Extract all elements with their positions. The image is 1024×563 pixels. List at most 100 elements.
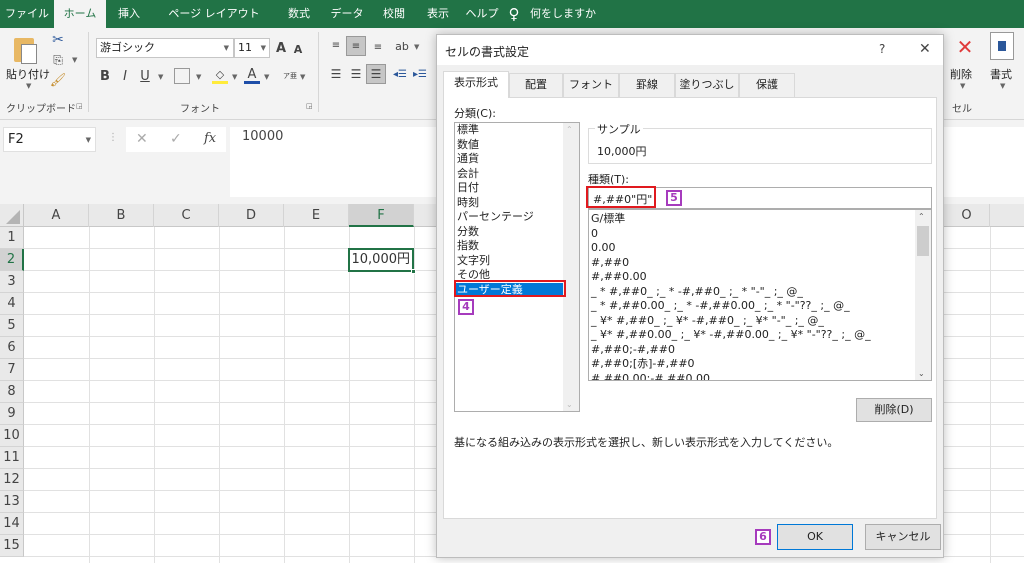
orientation-dropdown-icon[interactable]: ▼ xyxy=(414,43,419,51)
format-cells-icon[interactable] xyxy=(990,32,1014,60)
align-right-icon[interactable]: ☰ xyxy=(366,64,386,84)
format-item[interactable]: #,##0.00 xyxy=(589,270,931,285)
tab-page-layout[interactable]: ページ レイアウト xyxy=(152,0,276,28)
row-header-8[interactable]: 8 xyxy=(0,381,24,403)
dialog-tab-alignment[interactable]: 配置 xyxy=(509,73,563,97)
category-item[interactable]: 文字列 xyxy=(455,254,579,269)
tab-formulas[interactable]: 数式 xyxy=(276,0,322,28)
row-header-3[interactable]: 3 xyxy=(0,271,24,293)
dialog-tab-fill[interactable]: 塗りつぶし xyxy=(675,73,739,97)
phonetic-icon[interactable]: ア亜 xyxy=(282,68,298,84)
decrease-indent-icon[interactable]: ◂☰ xyxy=(392,66,408,82)
fill-color-icon[interactable]: ◇ xyxy=(212,68,228,84)
paste-label[interactable]: 貼り付け xyxy=(6,66,50,82)
fill-handle[interactable] xyxy=(411,269,416,274)
help-button[interactable]: ? xyxy=(879,42,885,56)
clipboard-launcher-icon[interactable]: ◲ xyxy=(76,102,83,110)
borders-dropdown-icon[interactable]: ▼ xyxy=(196,73,201,81)
format-scrollbar[interactable]: ⌃ ⌄ xyxy=(915,210,931,380)
delete-cells-label[interactable]: 削除 xyxy=(950,66,972,82)
column-header-c[interactable]: C xyxy=(154,204,219,227)
phonetic-dropdown-icon[interactable]: ▼ xyxy=(300,73,305,81)
row-header-2[interactable]: 2 xyxy=(0,249,24,271)
bold-button[interactable]: B xyxy=(98,68,112,84)
format-item[interactable]: #,##0 xyxy=(589,256,931,271)
insert-function-icon[interactable]: fx xyxy=(204,131,216,146)
scroll-down-icon[interactable]: ⌄ xyxy=(918,369,925,378)
row-header-13[interactable]: 13 xyxy=(0,491,24,513)
format-item[interactable]: 0 xyxy=(589,227,931,242)
column-header-a[interactable]: A xyxy=(24,204,89,227)
fill-color-dropdown-icon[interactable]: ▼ xyxy=(232,73,237,81)
increase-indent-icon[interactable]: ▸☰ xyxy=(412,66,428,82)
align-bottom-icon[interactable]: ≡ xyxy=(370,40,386,54)
close-icon[interactable]: ✕ xyxy=(919,41,931,57)
dialog-tab-border[interactable]: 罫線 xyxy=(619,73,675,97)
dialog-tab-font[interactable]: フォント xyxy=(563,73,619,97)
format-item[interactable]: #,##0;[赤]-#,##0 xyxy=(589,357,931,372)
tab-file[interactable]: ファイル xyxy=(0,0,54,28)
category-item[interactable]: 日付 xyxy=(455,181,579,196)
scroll-thumb[interactable] xyxy=(917,226,929,256)
category-item[interactable]: 時刻 xyxy=(455,196,579,211)
format-item[interactable]: #,##0;-#,##0 xyxy=(589,343,931,358)
dialog-tab-number[interactable]: 表示形式 xyxy=(443,71,509,98)
font-size-combo[interactable]: 11 ▼ xyxy=(234,38,270,58)
format-item[interactable]: _ * #,##0.00_ ;_ * -#,##0.00_ ;_ * "-"??… xyxy=(589,299,931,314)
row-header-7[interactable]: 7 xyxy=(0,359,24,381)
align-middle-icon[interactable]: ≡ xyxy=(346,36,366,56)
row-header-12[interactable]: 12 xyxy=(0,469,24,491)
align-top-icon[interactable]: ≡ xyxy=(328,38,344,52)
font-color-dropdown-icon[interactable]: ▼ xyxy=(264,73,269,81)
align-left-icon[interactable]: ☰ xyxy=(328,66,344,82)
row-header-6[interactable]: 6 xyxy=(0,337,24,359)
row-header-15[interactable]: 15 xyxy=(0,535,24,557)
category-item[interactable]: 分数 xyxy=(455,225,579,240)
scroll-down-icon[interactable]: ⌄ xyxy=(566,400,573,409)
select-all-button[interactable] xyxy=(0,204,24,227)
tab-help[interactable]: ヘルプ xyxy=(460,0,504,28)
column-header-e[interactable]: E xyxy=(284,204,349,227)
category-item[interactable]: 標準 xyxy=(455,123,579,138)
category-item[interactable]: 数値 xyxy=(455,138,579,153)
row-header-14[interactable]: 14 xyxy=(0,513,24,535)
dialog-tab-protection[interactable]: 保護 xyxy=(739,73,795,97)
category-scrollbar[interactable]: ⌃ ⌄ xyxy=(563,123,579,411)
borders-icon[interactable] xyxy=(174,68,190,84)
delete-cells-icon[interactable]: ✕ xyxy=(952,34,978,60)
underline-button[interactable]: U xyxy=(138,68,152,84)
font-launcher-icon[interactable]: ◲ xyxy=(306,102,313,110)
format-list[interactable]: G/標準 0 0.00 #,##0 #,##0.00 _ * #,##0_ ;_… xyxy=(588,209,932,381)
category-item[interactable]: 指数 xyxy=(455,239,579,254)
format-item[interactable]: 0.00 xyxy=(589,241,931,256)
format-item[interactable]: _ ¥* #,##0_ ;_ ¥* -#,##0_ ;_ ¥* "-"_ ;_ … xyxy=(589,314,931,329)
grow-font-icon[interactable]: A xyxy=(274,40,288,56)
column-header-b[interactable]: B xyxy=(89,204,154,227)
tab-data[interactable]: データ xyxy=(322,0,372,28)
delete-cells-dropdown-icon[interactable]: ▼ xyxy=(960,82,965,90)
font-name-combo[interactable]: 游ゴシック ▼ xyxy=(96,38,234,58)
category-list[interactable]: 標準 数値 通貨 会計 日付 時刻 パーセンテージ 分数 指数 文字列 その他 … xyxy=(454,122,580,412)
format-cells-dropdown-icon[interactable]: ▼ xyxy=(1000,82,1005,90)
italic-button[interactable]: I xyxy=(118,68,132,84)
underline-dropdown-icon[interactable]: ▼ xyxy=(158,73,163,81)
scroll-up-icon[interactable]: ⌃ xyxy=(566,125,573,134)
tab-home[interactable]: ホーム xyxy=(54,0,106,28)
row-header-9[interactable]: 9 xyxy=(0,403,24,425)
column-header-f[interactable]: F xyxy=(349,204,414,227)
cancel-button[interactable]: キャンセル xyxy=(865,524,941,550)
paste-dropdown-icon[interactable]: ▼ xyxy=(26,82,31,90)
cut-icon[interactable]: ✂ xyxy=(50,32,66,48)
delete-format-button[interactable]: 削除(D) xyxy=(856,398,932,422)
format-item[interactable]: _ * #,##0_ ;_ * -#,##0_ ;_ * "-"_ ;_ @_ xyxy=(589,285,931,300)
format-painter-icon[interactable]: 🖌 xyxy=(50,72,67,88)
cancel-entry-icon[interactable]: ✕ xyxy=(136,131,148,147)
copy-icon[interactable]: ⎘ xyxy=(50,52,66,68)
row-header-1[interactable]: 1 xyxy=(0,227,24,249)
tab-insert[interactable]: 挿入 xyxy=(106,0,152,28)
align-center-icon[interactable]: ☰ xyxy=(348,66,364,82)
copy-dropdown-icon[interactable]: ▼ xyxy=(72,56,77,64)
ok-button[interactable]: OK xyxy=(777,524,853,550)
column-header-d[interactable]: D xyxy=(219,204,284,227)
orientation-icon[interactable]: ab xyxy=(394,38,410,54)
